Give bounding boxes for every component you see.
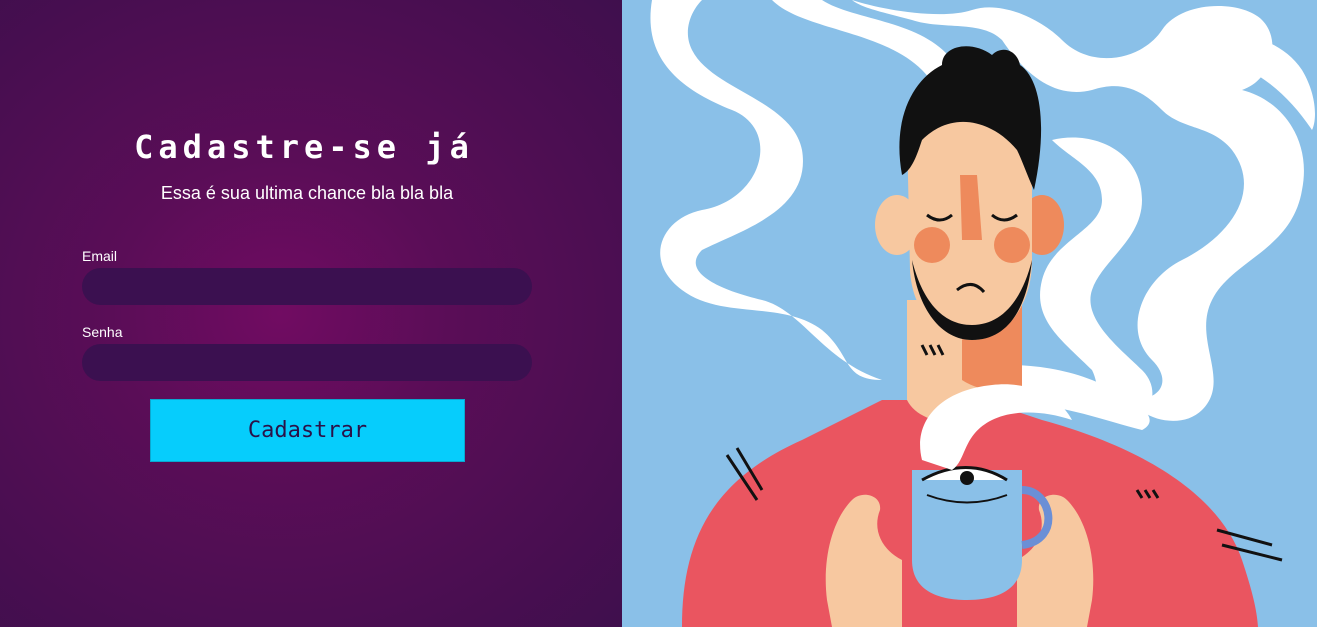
page-subtitle: Essa é sua ultima chance bla bla bla	[160, 183, 454, 203]
password-field[interactable]	[82, 344, 532, 381]
mug-pupil	[960, 471, 974, 485]
illustration-panel	[622, 0, 1317, 627]
signup-panel: Cadastre-se já Essa é sua ultima chance …	[0, 0, 622, 627]
coffee-mug	[912, 470, 1022, 600]
email-field[interactable]	[82, 268, 532, 305]
coffee-man-illustration	[650, 0, 1315, 627]
page-title: Cadastre-se já	[134, 128, 474, 166]
submit-button[interactable]: Cadastrar	[150, 399, 465, 462]
left-cheek	[914, 227, 950, 263]
right-cheek	[994, 227, 1030, 263]
password-label: Senha	[82, 324, 123, 340]
email-label: Email	[82, 248, 118, 264]
